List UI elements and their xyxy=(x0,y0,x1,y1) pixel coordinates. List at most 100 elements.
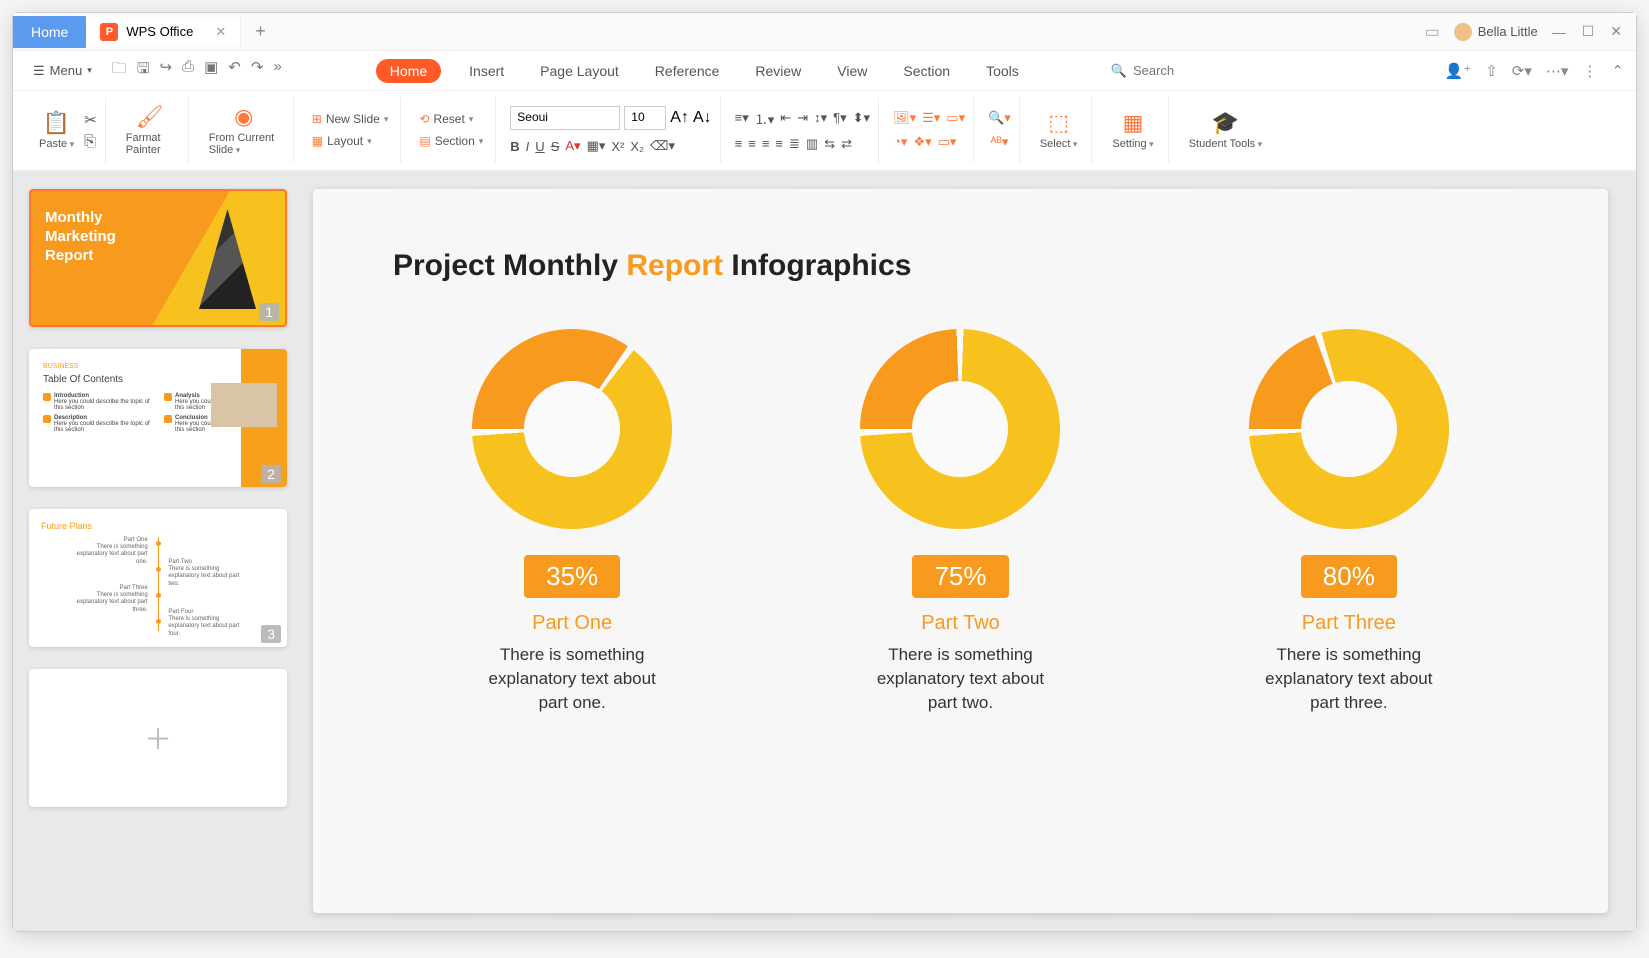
section-button[interactable]: ▤Section xyxy=(415,132,487,150)
search-input[interactable] xyxy=(1133,63,1233,78)
text-direction-icon[interactable]: ¶▾ xyxy=(833,110,847,126)
increase-font-icon[interactable]: A↑ xyxy=(670,109,689,127)
superscript-icon[interactable]: X² xyxy=(611,139,624,154)
document-tab-label: WPS Office xyxy=(126,24,193,39)
bold-icon[interactable]: B xyxy=(510,139,519,154)
rtl-icon[interactable]: ⇆ xyxy=(824,136,835,152)
decrease-font-icon[interactable]: A↓ xyxy=(693,109,712,127)
minimize-icon[interactable]: — xyxy=(1552,24,1566,40)
chart-3[interactable]: 80% Part Three There is something explan… xyxy=(1170,329,1528,714)
ltr-icon[interactable]: ⇄ xyxy=(841,136,852,152)
close-tab-icon[interactable]: ✕ xyxy=(215,24,226,40)
align-left-icon[interactable]: ≡ xyxy=(735,136,743,151)
share-icon[interactable]: ⇧ xyxy=(1485,62,1498,80)
thumbnail-2[interactable]: BUSINESS Table Of Contents IntroductionH… xyxy=(29,349,287,487)
save-icon[interactable]: 🖫 xyxy=(137,58,150,83)
more-icon[interactable]: ⋮ xyxy=(1582,62,1597,80)
collapse-ribbon-icon[interactable]: ⌃ xyxy=(1611,62,1624,80)
strikethrough-icon[interactable]: S xyxy=(551,139,560,154)
hamburger-menu[interactable]: ☰ Menu ▾ xyxy=(25,59,100,83)
numbering-icon[interactable]: ⒈▾ xyxy=(755,109,775,128)
student-tools-icon: 🎓 xyxy=(1212,110,1239,136)
add-slide-thumbnail[interactable]: ＋ xyxy=(29,669,287,807)
history-icon[interactable]: ⟳▾ xyxy=(1512,62,1532,80)
font-color-icon[interactable]: A▾ xyxy=(565,138,580,154)
tab-review[interactable]: Review xyxy=(747,59,809,83)
tab-view[interactable]: View xyxy=(829,59,875,83)
new-slide-button[interactable]: ⊞New Slide xyxy=(308,110,393,128)
picture-icon[interactable]: 🖼▾ xyxy=(893,110,916,126)
tab-insert[interactable]: Insert xyxy=(461,59,512,83)
close-window-icon[interactable]: ✕ xyxy=(1610,23,1622,40)
align-center-icon[interactable]: ≡ xyxy=(748,136,756,151)
format-painter-button[interactable]: 🖌Farmat Painter xyxy=(120,104,180,156)
clipboard-group: 📋Paste ✂ ⎘ xyxy=(25,97,106,163)
slide-canvas[interactable]: Project Monthly Report Infographics 35% … xyxy=(303,171,1636,931)
fill-icon[interactable]: ◔▾ xyxy=(893,134,907,150)
increase-indent-icon[interactable]: ⇥ xyxy=(797,110,808,126)
tab-tools[interactable]: Tools xyxy=(978,59,1027,83)
thumbnail-3[interactable]: Future Plans Part OneThere is something … xyxy=(29,509,287,647)
tab-home[interactable]: Home xyxy=(376,59,441,83)
chart-1[interactable]: 35% Part One There is something explanat… xyxy=(393,329,751,714)
more-qat-icon[interactable]: » xyxy=(273,58,281,83)
document-tab[interactable]: P WPS Office ✕ xyxy=(86,17,241,47)
tab-reference[interactable]: Reference xyxy=(647,59,728,83)
redo-icon[interactable]: ↷ xyxy=(251,58,264,83)
select-button[interactable]: ⬚Select xyxy=(1034,110,1084,150)
paste-button[interactable]: 📋Paste xyxy=(33,110,80,150)
arrange-icon[interactable]: ❖▾ xyxy=(913,134,931,150)
underline-icon[interactable]: U xyxy=(535,139,544,154)
justify-icon[interactable]: ≡ xyxy=(775,136,783,151)
export-icon[interactable]: ↪ xyxy=(160,58,173,83)
undo-icon[interactable]: ↶ xyxy=(228,58,241,83)
print-icon[interactable]: ⎙ xyxy=(182,58,194,83)
chart-2[interactable]: 75% Part Two There is something explanat… xyxy=(781,329,1139,714)
clear-format-icon[interactable]: ⌫▾ xyxy=(650,138,675,154)
line-spacing-icon[interactable]: ↕▾ xyxy=(814,110,827,126)
user-account[interactable]: Bella Little xyxy=(1454,23,1538,41)
italic-icon[interactable]: I xyxy=(526,139,530,154)
student-tools-button[interactable]: 🎓Student Tools xyxy=(1183,110,1269,150)
font-name-select[interactable]: Seoui xyxy=(510,106,620,130)
subscript-icon[interactable]: X₂ xyxy=(630,139,644,154)
from-current-button[interactable]: ◉From Current Slide xyxy=(203,104,285,156)
font-size-select[interactable]: 10 xyxy=(624,106,666,130)
preview-icon[interactable]: ▣ xyxy=(204,58,218,83)
setting-button[interactable]: ▦Setting xyxy=(1106,110,1159,150)
open-icon[interactable]: 🗀 xyxy=(112,58,127,83)
copy-icon[interactable]: ⎘ xyxy=(84,133,97,150)
new-tab-button[interactable]: + xyxy=(241,21,280,42)
shapes-icon[interactable]: ☰▾ xyxy=(922,110,940,126)
textbox-icon[interactable]: ▭▾ xyxy=(946,110,965,126)
highlight-icon[interactable]: ▦▾ xyxy=(587,138,606,154)
decrease-indent-icon[interactable]: ⇤ xyxy=(780,110,791,126)
tab-section[interactable]: Section xyxy=(895,59,958,83)
feedback-icon[interactable]: ⋯▾ xyxy=(1546,62,1569,80)
menu-label: Menu xyxy=(50,63,83,78)
columns-icon[interactable]: ▥ xyxy=(806,136,818,152)
donut-chart-2 xyxy=(860,329,1060,529)
slide-title[interactable]: Project Monthly Report Infographics xyxy=(393,249,1528,283)
thumb2-image xyxy=(211,383,277,427)
replace-icon[interactable]: ᴬᴮ▾ xyxy=(991,134,1009,150)
tablet-mode-icon[interactable]: ▭ xyxy=(1425,22,1440,42)
thumbnail-1[interactable]: Monthly Marketing Report 1 xyxy=(29,189,287,327)
chevron-down-icon: ▾ xyxy=(87,65,92,76)
distribute-icon[interactable]: ≣ xyxy=(789,136,800,152)
outline-icon[interactable]: ▭▾ xyxy=(938,134,957,150)
bullets-icon[interactable]: ≡▾ xyxy=(735,110,749,126)
reset-button[interactable]: ⟲Reset xyxy=(415,110,487,128)
search-box[interactable]: 🔍 xyxy=(1111,63,1233,79)
new-slide-icon: ⊞ xyxy=(312,112,322,126)
align-right-icon[interactable]: ≡ xyxy=(762,136,770,151)
home-tab-button[interactable]: Home xyxy=(13,16,86,48)
layout-button[interactable]: ▦Layout xyxy=(308,132,393,150)
find-icon[interactable]: 🔍▾ xyxy=(988,110,1011,126)
share-user-icon[interactable]: 👤⁺ xyxy=(1445,62,1472,80)
align-text-icon[interactable]: ⬍▾ xyxy=(853,110,870,126)
cut-icon[interactable]: ✂ xyxy=(84,111,97,129)
maximize-icon[interactable]: ☐ xyxy=(1582,23,1595,40)
current-slide[interactable]: Project Monthly Report Infographics 35% … xyxy=(313,189,1608,913)
tab-page-layout[interactable]: Page Layout xyxy=(532,59,627,83)
